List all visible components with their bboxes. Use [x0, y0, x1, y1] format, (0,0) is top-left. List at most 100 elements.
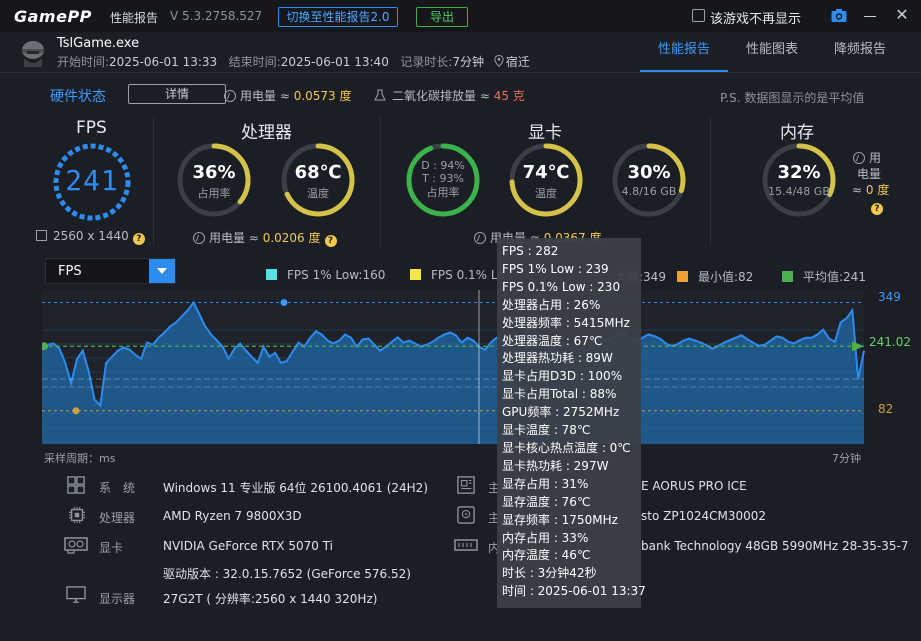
- cpu-usage-label: 占用率: [197, 187, 231, 200]
- resolution-icon: [36, 230, 47, 241]
- tooltip-line: 处理器热功耗 : 89W: [502, 351, 613, 366]
- gpu-title: 显卡: [528, 123, 562, 143]
- export-button[interactable]: 导出: [416, 7, 468, 27]
- chart-duration: 7分钟: [832, 452, 861, 465]
- tooltip-line: 内存温度 : 46℃: [502, 548, 591, 563]
- cpu-label: 处理器: [99, 511, 136, 525]
- memory-stick-icon: [454, 539, 478, 551]
- cpu-power: 用电量 ≈ 0.0206 度?: [193, 229, 337, 247]
- dont-show-checkbox[interactable]: [692, 9, 705, 22]
- tab-performance-report[interactable]: 性能报告: [640, 36, 728, 72]
- resolution-info: 2560 x 1440?: [36, 229, 145, 245]
- legend-swatch: [266, 269, 277, 280]
- location-icon: [494, 55, 504, 67]
- tab-performance-chart[interactable]: 性能图表: [728, 36, 816, 72]
- os-label: 系 统: [99, 481, 136, 495]
- end-label: 结束时间:: [228, 55, 281, 69]
- dont-show-label[interactable]: 该游戏不再显示: [710, 8, 801, 27]
- tooltip-line: 处理器占用 : 26%: [502, 297, 601, 312]
- gpu-temp-value: 74℃: [522, 162, 570, 183]
- camera-icon[interactable]: [831, 8, 847, 23]
- windows-icon: [67, 476, 85, 494]
- legend-item-min: 最小值:82: [677, 268, 753, 285]
- legend-swatch: [410, 269, 421, 280]
- tooltip-line: 显卡温度 : 78℃: [502, 423, 591, 438]
- total-power: 用电量 ≈ 0.0573 度: [224, 87, 352, 104]
- power-icon: [193, 232, 205, 244]
- minimize-icon[interactable]: [864, 16, 876, 17]
- cpu-temp-value: 68℃: [294, 162, 342, 183]
- cpu-temp-label: 温度: [307, 187, 329, 200]
- session-meta: 开始时间:2025-06-01 13:33 结束时间:2025-06-01 13…: [57, 53, 530, 70]
- memory-power-label2: 电量: [857, 167, 882, 181]
- fps-value: 241: [65, 164, 119, 197]
- sample-period: 采样周期：ms: [44, 452, 116, 465]
- power-icon: [224, 90, 236, 102]
- detail-button[interactable]: 详情: [128, 84, 226, 104]
- start-time: 2025-06-01 13:33: [109, 55, 218, 69]
- memory-usage-value: 32%: [777, 162, 821, 183]
- co2-icon: [374, 89, 386, 101]
- cpu-power-value: 0.0206 度: [262, 231, 321, 245]
- section-divider: [153, 116, 154, 246]
- total-power-label: 用电量 ≈: [240, 89, 290, 103]
- header-divider: [0, 72, 921, 73]
- tooltip-line: 显卡热功耗 : 297W: [502, 458, 609, 473]
- help-icon[interactable]: ?: [871, 203, 883, 215]
- metric-dropdown[interactable]: FPS: [45, 258, 176, 284]
- gpu-label: 显卡: [99, 541, 124, 555]
- gpu-total-line: T : 93%: [422, 172, 464, 185]
- power-icon: [474, 232, 486, 244]
- cpu-usage-value: 36%: [192, 162, 236, 183]
- legend-label: 平均值:241: [803, 270, 866, 284]
- tooltip-line: 显存占用 : 31%: [502, 476, 589, 491]
- gpu-value: NVIDIA GeForce RTX 5070 Ti: [163, 539, 333, 553]
- display-value: 27G2T ( 分辨率:2560 x 1440 320Hz): [163, 592, 378, 606]
- memory-value: bank Technology 48GB 5990MHz 28-35-35-7: [641, 539, 909, 553]
- help-icon[interactable]: ?: [132, 233, 145, 245]
- legend-label: FPS 1% Low:160: [287, 268, 386, 282]
- game-avatar-icon: [22, 41, 44, 67]
- display-label: 显示器: [99, 592, 136, 606]
- location: 宿迁: [505, 55, 530, 69]
- fps-gauge: 241: [52, 142, 132, 222]
- legend-swatch: [782, 271, 793, 282]
- memory-power-label3: ≈: [852, 183, 863, 197]
- duration: 7分钟: [452, 55, 484, 69]
- co2-label: 二氧化碳排放量 ≈: [392, 89, 490, 103]
- chevron-down-icon[interactable]: [149, 259, 175, 283]
- title-bar: GamePP 性能报告 V 5.3.2758.527 切换至性能报告2.0 导出…: [0, 0, 921, 32]
- motherboard-icon: [457, 476, 475, 494]
- tooltip-line: 处理器频率 : 5415MHz: [502, 315, 630, 330]
- tooltip-line: FPS 1% Low : 239: [502, 261, 609, 276]
- min-marker: [72, 407, 80, 415]
- chart-max-label: 349: [878, 290, 901, 304]
- close-icon[interactable]: ✕: [894, 7, 910, 23]
- disk-icon: [457, 506, 475, 524]
- cpu-temp-gauge: 68℃ 温度: [280, 142, 356, 218]
- power-icon: [853, 152, 865, 164]
- fps-title: FPS: [76, 118, 107, 138]
- tooltip-line: 显存频率 : 1750MHz: [502, 512, 618, 527]
- gpu-temp-label: 温度: [535, 187, 557, 200]
- app-logo: GamePP: [14, 7, 92, 26]
- vram-gauge: 30% 4.8/16 GB: [611, 142, 687, 218]
- chart-avg-label: 241.02: [869, 335, 911, 349]
- vram-value: 30%: [627, 162, 671, 183]
- switch-report-button[interactable]: 切换至性能报告2.0: [278, 7, 398, 27]
- memory-usage-gauge: 32% 15.4/48 GB: [761, 142, 837, 218]
- co2-emission: 二氧化碳排放量 ≈ 45 克: [374, 87, 525, 104]
- cpu-usage-gauge: 36% 占用率: [176, 142, 252, 218]
- metric-dropdown-value: FPS: [58, 264, 82, 279]
- tooltip-line: 显卡占用Total : 88%: [502, 387, 617, 402]
- tooltip-line: 处理器温度 : 67℃: [502, 333, 603, 348]
- duration-label: 记录时长:: [400, 55, 453, 69]
- cpu-value: AMD Ryzen 7 9800X3D: [163, 509, 302, 523]
- start-label: 开始时间:: [57, 55, 110, 69]
- memory-usage-detail: 15.4/48 GB: [768, 185, 830, 198]
- fps-chart[interactable]: [42, 290, 870, 446]
- tooltip-line: GPU频率 : 2752MHz: [502, 405, 620, 420]
- tab-throttle-report[interactable]: 降频报告: [816, 36, 904, 72]
- hardware-status-title: 硬件状态: [50, 89, 106, 105]
- help-icon[interactable]: ?: [324, 235, 337, 247]
